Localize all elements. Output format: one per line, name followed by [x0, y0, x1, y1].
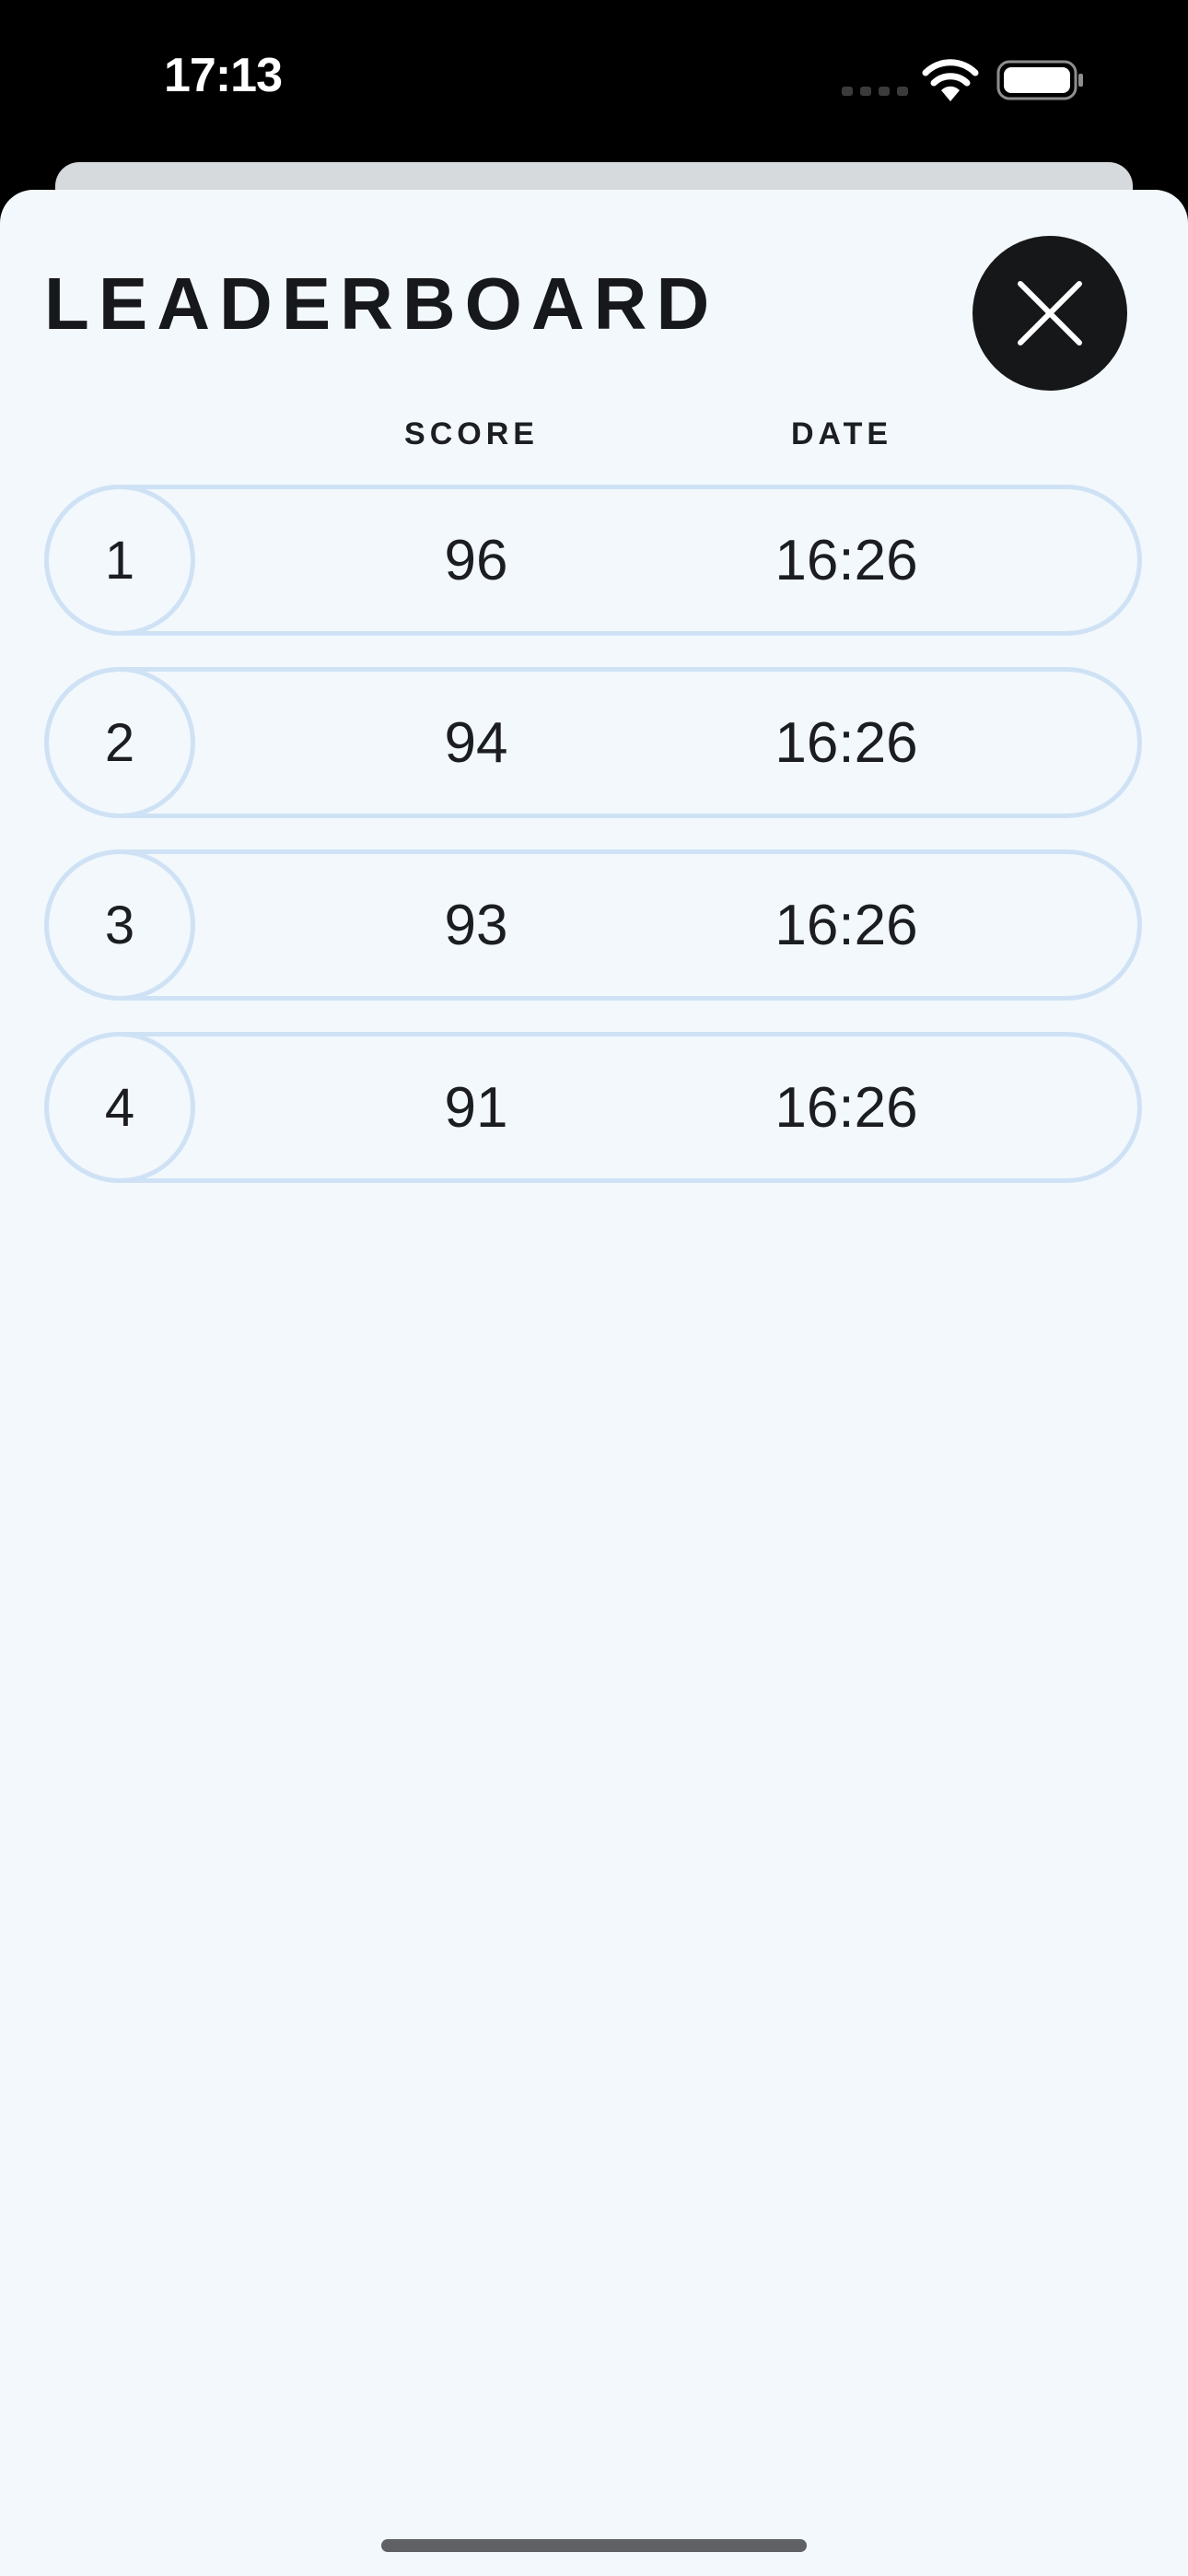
date-value: 16:26: [775, 1075, 918, 1140]
rank-badge: 3: [44, 849, 195, 1001]
score-value: 93: [444, 893, 508, 957]
leaderboard-row[interactable]: 1 96 16:26: [44, 485, 1142, 636]
home-indicator[interactable]: [381, 2539, 807, 2552]
date-value: 16:26: [775, 528, 918, 592]
date-value: 16:26: [775, 893, 918, 957]
rank-badge: 4: [44, 1032, 195, 1183]
score-value: 94: [444, 710, 508, 775]
leaderboard-list: 1 96 16:26 2 94 16:26 3 93 16:26 4 91 16…: [44, 485, 1142, 1214]
status-time: 17:13: [164, 49, 283, 102]
page-title: LEADERBOARD: [44, 263, 719, 345]
status-bar: 17:13: [0, 0, 1188, 175]
rank-badge: 2: [44, 667, 195, 818]
score-value: 96: [444, 528, 508, 592]
close-icon: [1018, 281, 1082, 345]
leaderboard-row[interactable]: 2 94 16:26: [44, 667, 1142, 818]
leaderboard-row[interactable]: 4 91 16:26: [44, 1032, 1142, 1183]
score-column-header: SCORE: [404, 416, 539, 451]
leaderboard-row[interactable]: 3 93 16:26: [44, 849, 1142, 1001]
date-value: 16:26: [775, 710, 918, 775]
wifi-icon: [922, 59, 979, 101]
date-column-header: DATE: [790, 416, 893, 451]
close-button[interactable]: [973, 236, 1127, 391]
cellular-signal-icon: [842, 87, 908, 96]
score-value: 91: [444, 1075, 508, 1140]
battery-icon: [996, 60, 1083, 100]
rank-badge: 1: [44, 485, 195, 636]
